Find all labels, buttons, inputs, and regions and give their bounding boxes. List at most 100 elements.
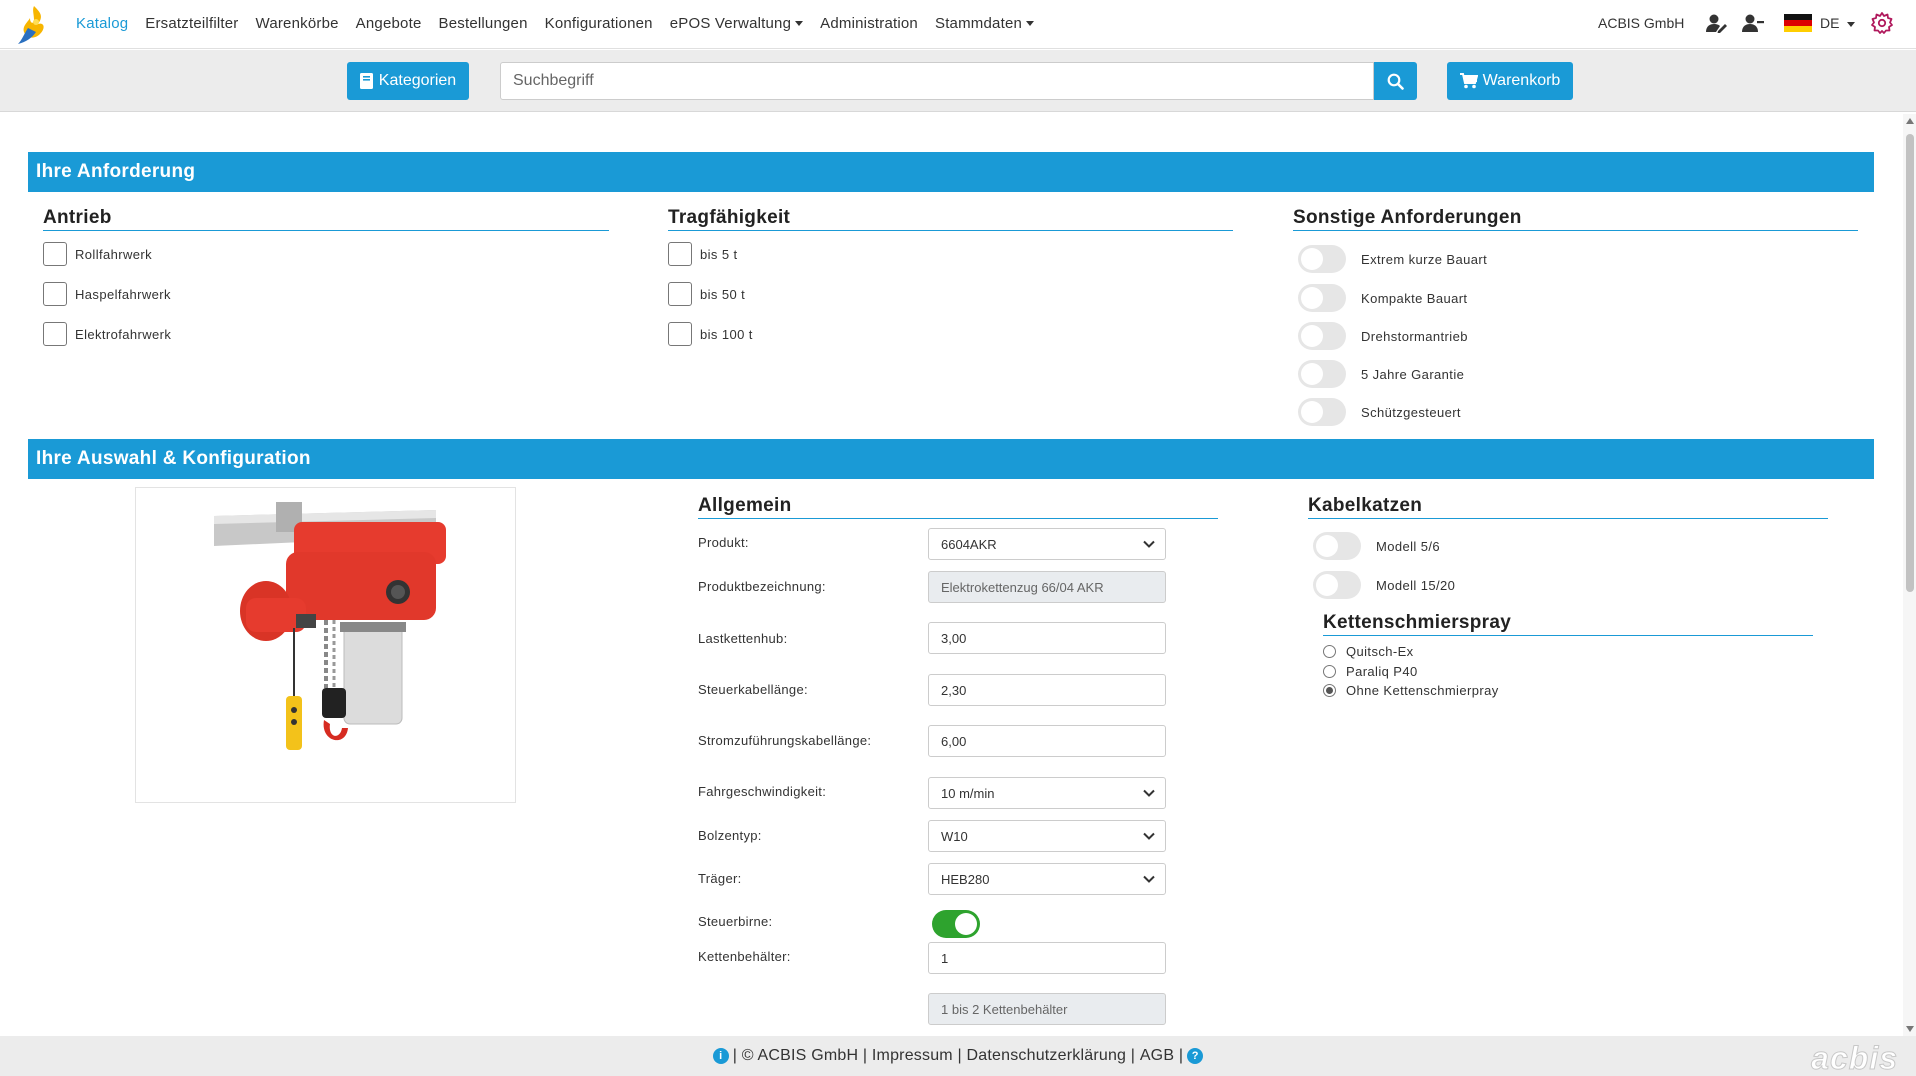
produkt-select[interactable]: 6604AKR xyxy=(928,528,1166,560)
settings-gear-icon[interactable] xyxy=(1870,11,1894,35)
toggle-switch[interactable] xyxy=(932,910,980,938)
checkbox[interactable] xyxy=(668,242,692,266)
nav-ersatzteilfilter[interactable]: Ersatzteilfilter xyxy=(145,15,238,32)
scroll-down-icon[interactable] xyxy=(1906,1026,1914,1032)
info-icon[interactable]: i xyxy=(712,1048,729,1064)
produktbezeichnung-field: Elektrokettenzug 66/04 AKR xyxy=(928,571,1166,603)
checkbox-label: bis 5 t xyxy=(700,246,738,262)
kettenbehaelter-input[interactable]: 1 xyxy=(928,942,1166,974)
toggle-modell-15-20[interactable]: Modell 15/20 xyxy=(1313,571,1455,599)
product-image xyxy=(135,487,516,803)
produkt-value: 6604AKR xyxy=(941,536,997,552)
checkbox-label: bis 100 t xyxy=(700,326,753,342)
checkbox-rollfahrwerk[interactable]: Rollfahrwerk xyxy=(43,242,152,266)
toggle-extrem-kurze-bauart[interactable]: Extrem kurze Bauart xyxy=(1298,245,1487,273)
radio-label: Paraliq P40 xyxy=(1346,664,1418,679)
user-remove-icon[interactable] xyxy=(1742,13,1764,33)
footer-datenschutz-link[interactable]: Datenschutzerklärung xyxy=(967,1047,1127,1065)
checkbox[interactable] xyxy=(43,242,67,266)
checkbox-label: Elektrofahrwerk xyxy=(75,326,172,342)
sonstige-heading: Sonstige Anforderungen xyxy=(1293,207,1858,231)
page-footer: i | © ACBIS GmbH | Impressum | Datenschu… xyxy=(0,1036,1916,1076)
fahrgeschwindigkeit-label: Fahrgeschwindigkeit: xyxy=(698,784,827,799)
footer-agb-link[interactable]: AGB xyxy=(1140,1047,1174,1065)
cart-button[interactable]: Warenkorb xyxy=(1447,62,1573,100)
toggle-kompakte-bauart[interactable]: Kompakte Bauart xyxy=(1298,284,1467,312)
radio-paraliq-p40[interactable]: Paraliq P40 xyxy=(1323,664,1418,679)
traeger-select[interactable]: HEB280 xyxy=(928,863,1166,895)
german-flag-icon[interactable] xyxy=(1784,14,1812,32)
checkbox[interactable] xyxy=(43,282,67,306)
toggle-modell-5-6[interactable]: Modell 5/6 xyxy=(1313,532,1440,560)
traeger-value: HEB280 xyxy=(941,871,990,887)
nav-stammdaten[interactable]: Stammdaten xyxy=(934,14,1035,32)
help-icon[interactable]: ? xyxy=(1187,1048,1204,1064)
checkbox-bis-50t[interactable]: bis 50 t xyxy=(668,282,745,306)
search-button[interactable] xyxy=(1374,62,1417,100)
toggle-schuetzgesteuert[interactable]: Schützgesteuert xyxy=(1298,398,1461,426)
checkbox-elektrofahrwerk[interactable]: Elektrofahrwerk xyxy=(43,322,171,346)
radio-quitsch-ex[interactable]: Quitsch-Ex xyxy=(1323,644,1414,659)
steuerbirne-toggle[interactable] xyxy=(932,910,995,938)
scroll-up-icon[interactable] xyxy=(1906,118,1914,124)
toggle-switch[interactable] xyxy=(1298,322,1346,350)
steuerkabellaenge-input[interactable]: 2,30 xyxy=(928,674,1166,706)
toggle-switch[interactable] xyxy=(1313,532,1361,560)
nav-konfigurationen[interactable]: Konfigurationen xyxy=(545,15,653,32)
checkbox-bis-5t[interactable]: bis 5 t xyxy=(668,242,737,266)
nav-katalog[interactable]: Katalog xyxy=(76,15,128,32)
radio-button[interactable] xyxy=(1323,665,1336,678)
checkbox-label: bis 50 t xyxy=(700,286,746,302)
stromzufuehrungskabellaenge-input[interactable]: 6,00 xyxy=(928,725,1166,757)
radio-button[interactable] xyxy=(1323,684,1336,697)
nav-bestellungen[interactable]: Bestellungen xyxy=(439,15,528,32)
checkbox[interactable] xyxy=(668,282,692,306)
section-header-configuration: Ihre Auswahl & Konfiguration xyxy=(28,439,1874,479)
toggle-switch[interactable] xyxy=(1313,571,1361,599)
search-icon xyxy=(1387,73,1404,90)
user-edit-icon[interactable] xyxy=(1706,13,1728,33)
toggle-5-jahre-garantie[interactable]: 5 Jahre Garantie xyxy=(1298,360,1464,388)
footer-separator: | xyxy=(1178,1047,1184,1064)
language-selector[interactable]: DE xyxy=(1820,15,1856,31)
checkbox-bis-100t[interactable]: bis 100 t xyxy=(668,322,753,346)
footer-separator: | xyxy=(1130,1047,1136,1064)
traeger-label: Träger: xyxy=(698,871,742,886)
lastkettenhub-input[interactable]: 3,00 xyxy=(928,622,1166,654)
bolzentyp-select[interactable]: W10 xyxy=(928,820,1166,852)
nav-stammdaten-label: Stammdaten xyxy=(934,14,1023,32)
footer-copyright: | © ACBIS GmbH | xyxy=(732,1047,868,1064)
fahrgeschwindigkeit-select[interactable]: 10 m/min xyxy=(928,777,1166,809)
categories-label: Kategorien xyxy=(378,72,457,89)
nav-administration[interactable]: Administration xyxy=(820,15,918,32)
checkbox[interactable] xyxy=(43,322,67,346)
toggle-switch[interactable] xyxy=(1298,360,1346,388)
radio-ohne-kettenschmierpray[interactable]: Ohne Kettenschmierpray xyxy=(1323,683,1499,698)
toggle-switch[interactable] xyxy=(1298,245,1346,273)
chevron-down-icon xyxy=(1143,832,1155,840)
checkbox-label: Rollfahrwerk xyxy=(75,246,153,262)
acbis-logo-icon[interactable] xyxy=(14,2,54,46)
tragfaehigkeit-heading: Tragfähigkeit xyxy=(668,207,1233,231)
checkbox[interactable] xyxy=(668,322,692,346)
chain-hoist-image xyxy=(214,502,446,750)
nav-epos-label: ePOS Verwaltung xyxy=(669,14,792,32)
radio-label: Ohne Kettenschmierpray xyxy=(1346,683,1499,698)
toggle-switch[interactable] xyxy=(1298,398,1346,426)
stromzufuehrungskabellaenge-value: 6,00 xyxy=(941,733,967,749)
checkbox-haspelfahrwerk[interactable]: Haspelfahrwerk xyxy=(43,282,171,306)
scroll-thumb[interactable] xyxy=(1906,134,1914,592)
section-header-requirements: Ihre Anforderung xyxy=(28,152,1874,192)
nav-angebote[interactable]: Angebote xyxy=(356,15,422,32)
nav-epos-verwaltung[interactable]: ePOS Verwaltung xyxy=(669,14,804,32)
page-scrollbar[interactable] xyxy=(1903,114,1916,1036)
search-input[interactable] xyxy=(500,62,1374,100)
radio-button[interactable] xyxy=(1323,645,1336,658)
footer-impressum-link[interactable]: Impressum xyxy=(872,1047,953,1065)
radio-label: Quitsch-Ex xyxy=(1346,644,1414,659)
kabelkatzen-heading: Kabelkatzen xyxy=(1308,495,1828,519)
toggle-drehstormantrieb[interactable]: Drehstormantrieb xyxy=(1298,322,1468,350)
categories-button[interactable]: Kategorien xyxy=(347,62,469,100)
toggle-switch[interactable] xyxy=(1298,284,1346,312)
nav-warenkoerbe[interactable]: Warenkörbe xyxy=(256,15,339,32)
